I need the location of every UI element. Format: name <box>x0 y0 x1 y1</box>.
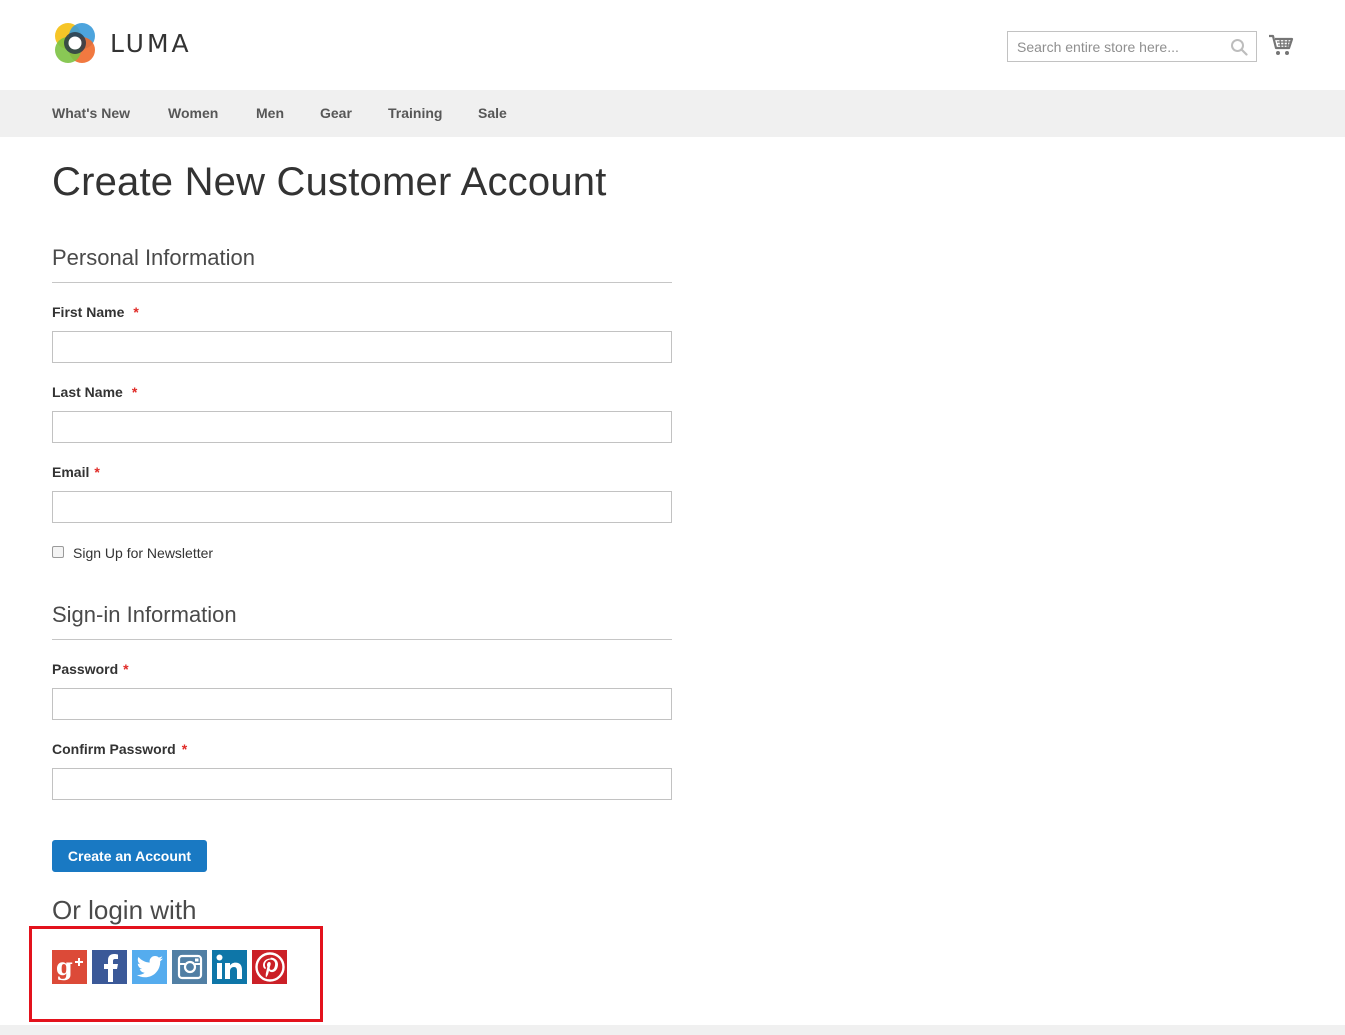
pinterest-icon <box>254 952 285 982</box>
nav-item-training[interactable]: Training <box>388 105 442 121</box>
social-login-heading: Or login with <box>52 895 197 925</box>
first-name-label-text: First Name <box>52 304 125 320</box>
confirm-password-label: Confirm Password * <box>52 741 187 757</box>
nav-item-men[interactable]: Men <box>256 105 284 121</box>
linkedin-login-button[interactable] <box>212 950 247 984</box>
google-plus-login-button[interactable]: g <box>52 950 87 984</box>
last-name-input[interactable] <box>52 411 672 443</box>
search-icon[interactable] <box>1230 38 1248 56</box>
section-divider <box>52 639 672 640</box>
newsletter-option: Sign Up for Newsletter <box>52 544 213 561</box>
main-navigation: What's New Women Men Gear Training Sale <box>0 90 1345 137</box>
newsletter-checkbox[interactable] <box>52 546 64 558</box>
signin-information-heading: Sign-in Information <box>52 602 237 627</box>
password-label: Password * <box>52 661 129 677</box>
page-title: Create New Customer Account <box>52 160 607 204</box>
section-divider <box>52 282 672 283</box>
confirm-password-input[interactable] <box>52 768 672 800</box>
pinterest-login-button[interactable] <box>252 950 287 984</box>
email-input[interactable] <box>52 491 672 523</box>
luma-logo-icon <box>55 23 95 63</box>
facebook-login-button[interactable] <box>92 950 127 984</box>
facebook-icon <box>103 954 118 982</box>
luma-logo[interactable]: LUMA <box>52 20 192 66</box>
twitter-login-button[interactable] <box>132 950 167 984</box>
header: LUMA <box>0 0 1345 90</box>
last-name-label-text: Last Name <box>52 384 123 400</box>
email-label: Email * <box>52 464 100 480</box>
logo-text: LUMA <box>110 28 192 58</box>
nav-item-women[interactable]: Women <box>168 105 218 121</box>
required-asterisk: * <box>94 464 100 480</box>
create-account-button[interactable]: Create an Account <box>52 840 207 872</box>
linkedin-icon <box>216 954 242 979</box>
svg-text:g: g <box>56 953 73 981</box>
google-plus-icon: g <box>56 953 83 981</box>
last-name-label: Last Name * <box>52 384 137 400</box>
required-asterisk: * <box>131 384 138 400</box>
twitter-icon <box>136 956 163 978</box>
shopping-cart-icon[interactable] <box>1268 33 1294 57</box>
nav-item-sale[interactable]: Sale <box>478 105 507 121</box>
required-asterisk: * <box>181 741 188 757</box>
search-box <box>1007 31 1257 62</box>
first-name-label: First Name * <box>52 304 139 320</box>
newsletter-label[interactable]: Sign Up for Newsletter <box>73 545 213 561</box>
personal-information-heading: Personal Information <box>52 245 255 270</box>
nav-item-whats-new[interactable]: What's New <box>52 105 130 121</box>
first-name-input[interactable] <box>52 331 672 363</box>
footer-strip <box>0 1025 1345 1035</box>
instagram-icon <box>177 954 202 980</box>
password-label-text: Password <box>52 661 119 677</box>
email-label-text: Email <box>52 464 90 480</box>
search-input[interactable] <box>1008 32 1223 61</box>
password-input[interactable] <box>52 688 672 720</box>
confirm-password-label-text: Confirm Password <box>52 741 176 757</box>
instagram-login-button[interactable] <box>172 950 207 984</box>
nav-item-gear[interactable]: Gear <box>320 105 352 121</box>
required-asterisk: * <box>123 661 129 677</box>
required-asterisk: * <box>133 304 139 320</box>
